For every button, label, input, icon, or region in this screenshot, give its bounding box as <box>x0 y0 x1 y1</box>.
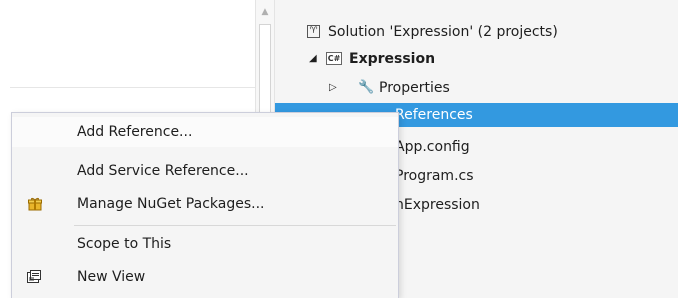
scroll-up-arrow-icon[interactable]: ▲ <box>256 0 274 18</box>
csharp-project-icon: C# <box>326 52 342 65</box>
collapsed-triangle-icon[interactable]: ▷ <box>329 76 337 100</box>
tree-item-solution[interactable]: ♈ Solution 'Expression' (2 projects) <box>275 20 678 44</box>
tree-item-properties[interactable]: ▷ 🔧 Properties <box>275 76 678 100</box>
menu-item-new-view[interactable]: New View <box>12 262 398 292</box>
menu-item-label: Add Reference... <box>77 124 193 140</box>
menu-item-label: Add Service Reference... <box>77 163 249 179</box>
tree-item-label: Program.cs <box>395 168 474 184</box>
nuget-gift-icon <box>28 197 42 211</box>
menu-item-manage-nuget[interactable]: Manage NuGet Packages... <box>12 189 398 219</box>
tree-item-label: Solution 'Expression' (2 projects) <box>328 24 558 40</box>
wrench-icon: 🔧 <box>358 80 375 95</box>
expanded-triangle-icon[interactable]: ◢ <box>309 47 317 71</box>
menu-item-add-service-reference[interactable]: Add Service Reference... <box>12 156 398 186</box>
menu-item-label: Scope to This <box>77 236 172 252</box>
tree-item-label: Expression <box>349 51 436 67</box>
tree-item-label: App.config <box>395 139 470 155</box>
context-menu: Add Reference... Add Service Reference..… <box>11 112 399 298</box>
menu-item-scope-to-this[interactable]: Scope to This <box>12 229 398 259</box>
menu-item-label: New View <box>77 269 146 285</box>
tree-item-label: Properties <box>379 80 450 96</box>
tree-item-label: References <box>395 107 473 123</box>
menu-item-label: Manage NuGet Packages... <box>77 196 265 212</box>
menu-separator <box>74 225 396 226</box>
tree-item-label: hExpression <box>395 197 480 213</box>
solution-icon: ♈ <box>307 25 320 38</box>
menu-item-add-reference[interactable]: Add Reference... <box>12 117 398 147</box>
tree-item-project[interactable]: ◢ C# Expression <box>275 47 678 71</box>
editor-divider <box>10 87 255 88</box>
new-view-icon <box>27 270 41 283</box>
